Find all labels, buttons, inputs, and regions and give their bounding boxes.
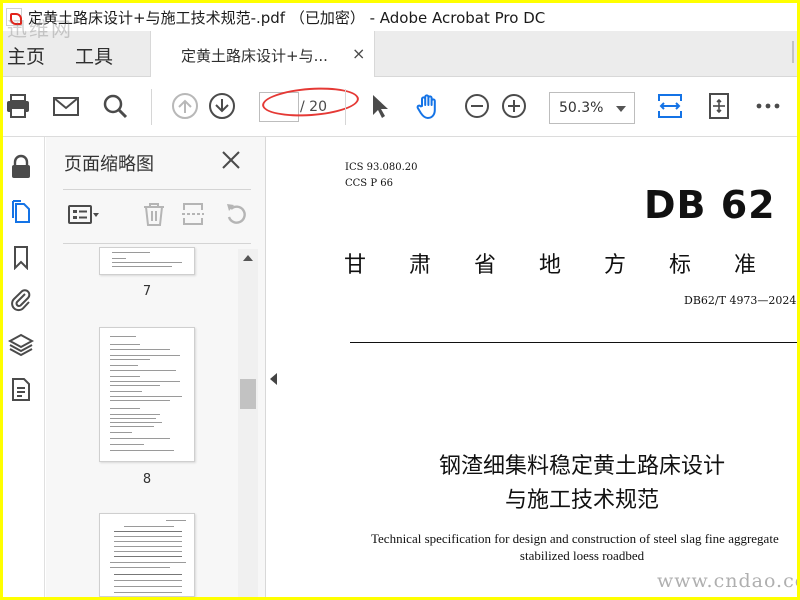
rotate-page-button[interactable] — [221, 199, 253, 229]
fit-width-button[interactable] — [655, 91, 685, 121]
tab-bar: 主页 工具 定黄土路床设计+与... × — [3, 31, 797, 78]
print-button[interactable] — [3, 91, 33, 121]
tab-close-button[interactable]: × — [352, 44, 365, 63]
thumbnail-options-button[interactable] — [68, 199, 100, 229]
doc-standard-mark: DB 62 — [644, 183, 776, 227]
options-list-icon — [68, 205, 99, 224]
pages-icon — [12, 200, 30, 223]
fit-width-icon — [658, 94, 682, 118]
full-screen-button[interactable] — [704, 91, 734, 121]
page-thumbnails-panel: 页面缩略图 7 8 — [46, 137, 266, 597]
tab-scroll-icon — [792, 41, 794, 63]
thumbnail-page-number: 8 — [142, 472, 152, 487]
panel-collapse-handle[interactable] — [266, 137, 282, 597]
watermark-bottom-right: www.cndao.com — [657, 570, 797, 592]
zoom-in-button[interactable] — [499, 91, 529, 121]
zoom-level-select[interactable]: 50.3% — [549, 92, 635, 124]
bookmarks-button[interactable] — [5, 241, 37, 273]
arrow-down-circle-icon — [209, 93, 235, 119]
tab-scroll-handle[interactable] — [773, 37, 797, 65]
document-lines-icon — [12, 378, 30, 401]
tab-document[interactable]: 定黄土路床设计+与... × — [150, 31, 375, 78]
doc-title-line-2: 与施工技术规范 — [504, 488, 659, 513]
document-page: ICS 93.080.20 CCS P 66 DB 62 甘肃省地方标准 DB6… — [282, 137, 797, 597]
search-button[interactable] — [100, 91, 130, 121]
page-thumbnail[interactable] — [99, 513, 195, 597]
watermark-top-left: 迅维网 — [7, 17, 73, 41]
tab-home[interactable]: 主页 — [7, 42, 45, 69]
zoom-level-value: 50.3% — [559, 100, 604, 116]
hand-icon — [416, 94, 436, 119]
toolbar-divider — [151, 89, 152, 125]
chevron-down-icon — [616, 106, 626, 112]
scrollbar-thumb[interactable] — [240, 379, 256, 409]
doc-ccs-code: CCS P 66 — [345, 178, 393, 189]
page-thumbnail[interactable] — [99, 247, 195, 275]
tab-document-label: 定黄土路床设计+与... — [181, 47, 328, 65]
left-tool-rail — [3, 137, 45, 597]
paperclip-icon — [11, 289, 31, 312]
select-tool-button[interactable] — [364, 91, 394, 121]
page-thumbnails-button[interactable] — [5, 195, 37, 227]
app-window: 定黄土路床设计+与施工技术规范-.pdf （已加密） - Adobe Acrob… — [3, 3, 797, 597]
layers-button[interactable] — [5, 329, 37, 361]
doc-english-title-line-2: stabilized loess roadbed — [519, 548, 645, 563]
split-page-button[interactable] — [177, 199, 209, 229]
chevron-left-icon — [270, 373, 277, 385]
email-button[interactable] — [51, 91, 81, 121]
doc-english-title-line-1: Technical specification for design and c… — [371, 531, 779, 546]
previous-page-button[interactable] — [170, 91, 200, 121]
fit-page-icon — [709, 93, 729, 119]
title-bar: 定黄土路床设计+与施工技术规范-.pdf （已加密） - Adobe Acrob… — [3, 3, 797, 31]
envelope-icon — [53, 97, 79, 116]
main-toolbar: / 20 50.3% — [3, 77, 797, 137]
panel-divider — [63, 243, 251, 244]
content-button[interactable] — [5, 373, 37, 405]
panel-divider — [63, 189, 251, 190]
bookmark-icon — [14, 246, 28, 270]
search-icon — [103, 94, 128, 119]
thumbnail-page-number: 7 — [142, 284, 152, 299]
window-title: 定黄土路床设计+与施工技术规范-.pdf （已加密） - Adobe Acrob… — [28, 8, 546, 27]
scroll-up-arrow-icon[interactable] — [243, 255, 253, 261]
hand-tool-button[interactable] — [413, 91, 443, 121]
more-tools-button[interactable] — [753, 91, 783, 121]
doc-horizontal-rule — [350, 342, 797, 343]
panel-close-button[interactable] — [218, 147, 244, 173]
more-dots-icon — [756, 103, 780, 109]
print-icon — [7, 94, 29, 118]
doc-standard-code: DB62/T 4973—2024 — [684, 294, 797, 307]
plus-circle-icon — [502, 94, 526, 118]
next-page-button[interactable] — [207, 91, 237, 121]
toolbar-divider — [345, 89, 346, 125]
doc-ics-code: ICS 93.080.20 — [345, 162, 418, 173]
doc-title-line-1: 钢渣细集料稳定黄土路床设计 — [438, 454, 725, 479]
panel-title: 页面缩略图 — [64, 154, 154, 175]
zoom-out-button[interactable] — [462, 91, 492, 121]
lock-icon — [12, 154, 30, 178]
security-button[interactable] — [5, 151, 37, 183]
arrow-up-circle-icon — [172, 93, 198, 119]
cursor-arrow-icon — [373, 95, 388, 118]
page-thumbnail[interactable] — [99, 327, 195, 462]
trash-icon — [144, 203, 164, 226]
split-icon — [182, 203, 204, 225]
rotate-icon — [227, 204, 246, 224]
layers-icon — [8, 333, 34, 357]
attachments-button[interactable] — [5, 283, 37, 315]
close-icon — [222, 151, 240, 169]
minus-circle-icon — [465, 94, 489, 118]
tab-tools[interactable]: 工具 — [75, 42, 113, 69]
doc-issuer: 甘肃省地方标准 — [344, 253, 797, 278]
delete-page-button[interactable] — [138, 199, 170, 229]
thumbnail-scrollbar[interactable] — [238, 249, 258, 597]
